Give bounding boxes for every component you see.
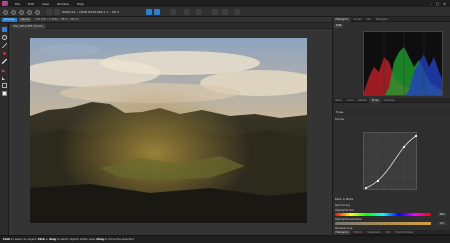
tab-tones[interactable]: Tones: [369, 97, 382, 103]
minimize-icon[interactable]: –: [430, 2, 432, 6]
menu-file[interactable]: File: [11, 2, 24, 6]
highlights-hue-value[interactable]: 38.0: [438, 213, 446, 216]
tab-lens[interactable]: Lens: [345, 98, 356, 103]
curves-label[interactable]: Curves: [335, 117, 449, 122]
histogram-display: [363, 31, 443, 96]
status-key-2: Click + drag: [37, 237, 56, 241]
cancel-button[interactable]: Cancel: [18, 17, 32, 22]
view-mode-icon[interactable]: [154, 9, 160, 15]
curves-editor[interactable]: [363, 132, 418, 191]
tab-histogram[interactable]: Histogram: [333, 16, 351, 22]
tab-32bit-preview[interactable]: 32-bit Preview: [393, 230, 416, 235]
before-after-icon[interactable]: [170, 9, 176, 15]
white-balance-tool-icon[interactable]: [2, 43, 7, 48]
liquify-persona-icon[interactable]: [11, 9, 16, 15]
split-view-icon[interactable]: [184, 9, 190, 15]
view-tool-icon[interactable]: [2, 27, 7, 32]
view-tool-icon[interactable]: [146, 9, 152, 15]
highlights-saturation-slider[interactable]: [335, 222, 431, 225]
status-text-1: to select an object.: [11, 237, 37, 241]
window-controls: – □ ✕: [430, 2, 450, 6]
highlights-saturation-value[interactable]: 0%: [438, 222, 446, 225]
photo-persona-icon[interactable]: [3, 9, 8, 15]
curves-row: Curves: [333, 116, 450, 122]
tab-info[interactable]: Info: [364, 17, 374, 22]
develop-persona-icon[interactable]: [19, 9, 24, 15]
menu-view[interactable]: View: [38, 2, 53, 6]
tab-snapshots[interactable]: Snapshots: [365, 230, 383, 235]
document-tab-bar: DSC_0051.NEF (25.0%): [9, 23, 332, 29]
document-tab[interactable]: DSC_0051.NEF (25.0%): [10, 24, 47, 29]
exif-info-text: ISO 100 • 1/160s • f/8.0 • 35mm: [35, 18, 79, 21]
toolbar: RGBA/16 • sRGB IEC61966-2.1 • f/8.0: [0, 7, 450, 17]
menu-window[interactable]: Window: [53, 2, 73, 6]
app-logo-icon: [2, 1, 8, 6]
tab-navigator[interactable]: Navigator: [373, 17, 390, 22]
tab-info-bottom[interactable]: Info: [383, 230, 393, 235]
histogram-channel-select[interactable]: RGB: [334, 23, 344, 28]
zoom-tool-icon[interactable]: [2, 35, 7, 40]
document-info-text: RGBA/16 • sRGB IEC61966-2.1 • f/8.0: [62, 10, 119, 14]
tab-scope[interactable]: Scope: [351, 17, 364, 22]
close-icon[interactable]: ✕: [443, 2, 446, 6]
status-text-2: to select objects within area.: [56, 237, 96, 241]
brush-tool-icon[interactable]: [2, 67, 7, 72]
mirror-view-icon[interactable]: [196, 9, 202, 15]
tools-panel: [0, 23, 9, 235]
clipping-highlights-icon[interactable]: [212, 9, 218, 15]
maximize-icon[interactable]: □: [436, 2, 439, 6]
develop-button[interactable]: Develop: [2, 17, 17, 22]
color-picker-icon[interactable]: [2, 91, 7, 96]
status-text-3: to move the selection.: [104, 237, 135, 241]
black-white-row[interactable]: Black & White: [335, 197, 449, 202]
erase-tool-icon[interactable]: [2, 75, 7, 80]
red-eye-tool-icon[interactable]: [2, 51, 7, 56]
assistant-icon[interactable]: [54, 9, 60, 15]
tab-basic[interactable]: Basic: [333, 98, 345, 103]
menu-edit[interactable]: Edit: [24, 2, 38, 6]
tab-histogram-bottom[interactable]: Histogram: [333, 229, 351, 235]
tab-overlays[interactable]: Overlays: [381, 98, 397, 103]
tone-mapping-persona-icon[interactable]: [27, 9, 32, 15]
develop-tabs: Basic Lens Details Tones Overlays: [333, 97, 450, 103]
landscape-photo: [30, 38, 307, 223]
tab-details[interactable]: Details: [355, 98, 369, 103]
histogram-options: RGB: [334, 23, 450, 28]
tones-label: Tones: [336, 111, 344, 114]
clipping-tones-icon[interactable]: [234, 9, 240, 15]
develop-settings-icon[interactable]: [46, 9, 52, 15]
status-key-3: Drag: [96, 237, 104, 241]
right-panel: Histogram Scope Info Navigator RGB Basic…: [332, 16, 450, 235]
highlights-hue-slider[interactable]: [335, 213, 431, 216]
tab-history[interactable]: History: [351, 230, 365, 235]
clipping-shadows-icon[interactable]: [222, 9, 228, 15]
menu-bar: File Edit View Window Help – □ ✕: [0, 0, 450, 7]
menu-help[interactable]: Help: [73, 2, 88, 6]
blemish-tool-icon[interactable]: [2, 59, 7, 64]
photo-canvas[interactable]: [30, 38, 307, 223]
gradient-tool-icon[interactable]: [2, 83, 7, 88]
status-bar: Click to select an object. Click + drag …: [0, 235, 450, 243]
top-panel-tabs: Histogram Scope Info Navigator: [333, 16, 450, 22]
export-persona-icon[interactable]: [35, 9, 40, 15]
status-key-1: Click: [3, 237, 11, 241]
